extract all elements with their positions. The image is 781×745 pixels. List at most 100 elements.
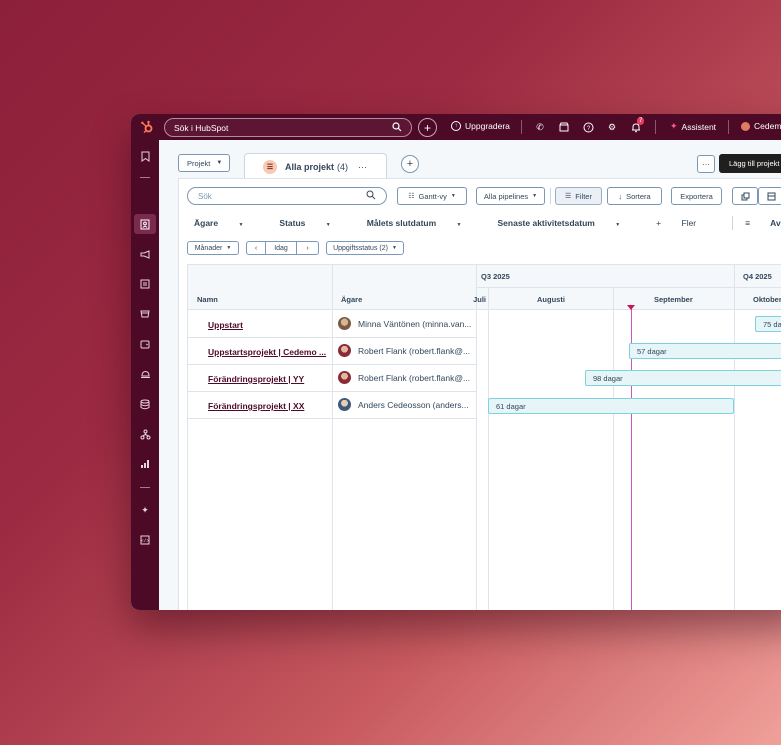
marketplace-icon[interactable] [558,121,570,133]
export-button[interactable]: Exportera [671,187,722,205]
caret-down-icon: ▼ [615,222,621,228]
divider [728,120,729,134]
table-row[interactable]: Förändringsprojekt | YY Robert Flank (ro… [188,365,476,392]
column-header-name[interactable]: Namn [197,295,218,304]
advanced-filters-button[interactable]: ≡ Avancerade filter [745,218,781,228]
avatar [338,371,351,384]
filter-owner[interactable]: Ägare ▼ [194,218,261,228]
filter-target-end-label: Målets slutdatum [366,218,437,228]
filter-owner-label: Ägare [194,218,219,228]
service-bell-icon[interactable] [139,368,151,380]
table-row[interactable]: Förändringsprojekt | XX Anders Cedeosson… [188,392,476,419]
filter-last-activity-date[interactable]: Senaste aktivitetsdatum ▼ [498,218,639,228]
project-name-link[interactable]: Förändringsprojekt | YY [208,374,328,384]
filter-target-end-date[interactable]: Målets slutdatum ▼ [367,218,480,228]
avatar [338,317,351,330]
global-search-placeholder: Sök i HubSpot [174,122,229,133]
divider [550,188,551,204]
quarter-label: Q3 2025 [481,272,510,281]
account-label: Cedem [754,121,781,131]
month-divider [488,288,489,610]
svg-text:</>: </> [141,538,149,544]
next-period-button[interactable]: › [296,241,319,255]
sidebar-divider [140,177,150,178]
contacts-icon[interactable] [139,218,151,230]
wallet-icon[interactable] [139,338,151,350]
filter-status-label: Status [279,218,306,228]
records-search-placeholder: Sök [198,191,212,201]
gantt-bar[interactable]: 61 dagar [488,398,734,414]
advanced-filters-label: Avancerade filter [770,218,781,228]
gantt-icon: ☷ [408,193,415,200]
month-label: Augusti [537,295,565,304]
notification-count-badge: 7 [637,117,645,125]
chevron-left-icon: ‹ [254,244,258,252]
view-type-label: Gantt-vy [418,191,447,201]
today-marker-icon [627,305,635,310]
commerce-icon[interactable] [139,308,151,320]
today-button[interactable]: Idag [265,241,297,255]
add-project-button[interactable]: Lägg till projekt [719,154,781,173]
today-label: Idag [274,244,288,252]
task-status-dropdown[interactable]: Uppgiftsstatus (2) ▼ [326,241,404,255]
gantt-bar[interactable]: 75 dagar [755,316,781,332]
avatar [338,398,351,411]
hubspot-logo-icon[interactable] [140,120,154,134]
table-row[interactable]: Uppstartsprojekt | Cedemo ... Robert Fla… [188,338,476,365]
gantt-bar[interactable]: 57 dagar [629,343,781,359]
marketing-megaphone-icon[interactable] [139,248,151,260]
workflows-icon[interactable] [139,428,151,440]
more-filters-label: Fler [681,218,697,228]
add-view-button[interactable]: + [401,155,419,173]
more-actions-button[interactable]: ··· [697,155,715,173]
pipelines-dropdown[interactable]: Alla pipelines ▼ [476,187,545,205]
plus-icon: + [656,218,662,228]
caret-down-icon: ▼ [456,222,462,228]
upgrade-button[interactable]: ↑ Uppgradera [451,121,510,131]
table-settings-button[interactable] [758,187,781,205]
quarter-label: Q4 2025 [743,272,772,281]
filter-status[interactable]: Status ▼ [279,218,348,228]
more-filters-button[interactable]: + Fler [656,218,714,228]
content-icon[interactable] [139,278,151,290]
phone-icon[interactable]: ✆ [534,121,546,133]
table-row[interactable]: Uppstart Minna Väntönen (minna.van... [188,311,476,338]
time-scale-dropdown[interactable]: Månader ▼ [187,241,239,255]
create-new-button[interactable]: + [418,118,437,137]
settings-gear-icon[interactable]: ⚙ [606,121,618,133]
app-window: Sök i HubSpot + ↑ Uppgradera ✆ ? ⚙ 7 ✦ A… [131,114,781,610]
view-tabs-bar: Projekt ▼ ☰ Alla projekt (4) ··· + ··· L… [159,140,781,179]
bookmark-icon[interactable] [139,150,151,162]
table-settings-icon [767,192,775,200]
project-name-link[interactable]: Förändringsprojekt | XX [208,401,328,411]
tab-options-icon[interactable]: ··· [358,162,367,172]
records-search-input[interactable]: Sök [187,187,387,205]
column-header-owner[interactable]: Ägare [341,295,362,304]
global-search-input[interactable]: Sök i HubSpot [164,118,412,137]
sort-button[interactable]: ↓ Sortera [607,187,662,205]
assistant-button[interactable]: ✦ Assistent [670,121,716,132]
quarter-divider [734,265,735,610]
gantt-bar[interactable]: 98 dagar [585,370,781,386]
project-name-link[interactable]: Uppstart [208,320,328,330]
project-name-link[interactable]: Uppstartsprojekt | Cedemo ... [208,347,328,357]
plus-icon: + [423,120,431,135]
previous-period-button[interactable]: ‹ [246,241,266,255]
copy-view-button[interactable] [732,187,758,205]
owner-cell: Minna Väntönen (minna.van... [338,317,473,330]
view-sliders-icon: ☰ [263,159,277,174]
object-selector-dropdown[interactable]: Projekt ▼ [178,154,230,172]
help-icon[interactable]: ? [582,121,594,133]
developer-code-icon[interactable]: </> [139,534,151,546]
account-menu[interactable]: Cedem [741,121,781,131]
view-type-dropdown[interactable]: ☷ Gantt-vy ▼ [397,187,467,205]
caret-down-icon: ▼ [450,193,456,199]
svg-text:?: ? [586,126,590,132]
tab-all-projects[interactable]: ☰ Alla projekt (4) ··· [244,153,387,179]
breeze-sparkle-icon[interactable]: ✦ [139,504,151,516]
month-label: Juli [473,295,486,304]
caret-down-icon: ▼ [226,245,232,251]
database-icon[interactable] [139,398,151,410]
filter-button[interactable]: ☰ Filter [555,187,602,205]
reports-chart-icon[interactable] [139,458,151,470]
